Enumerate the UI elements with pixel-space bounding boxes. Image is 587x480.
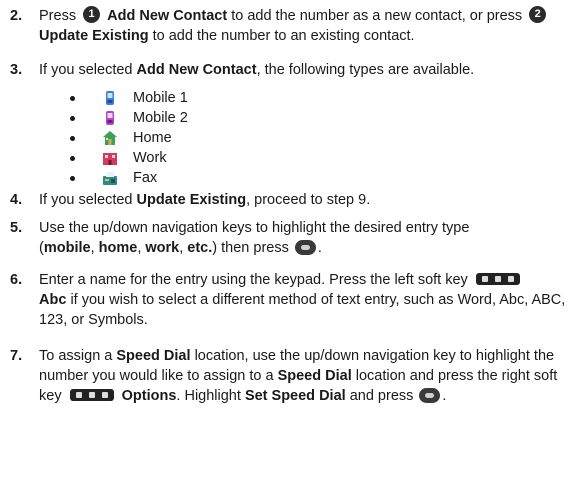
options-label: Options [121, 388, 177, 404]
work-building-icon [103, 153, 117, 165]
speed-dial-label: Speed Dial [116, 348, 191, 364]
type-label: Mobile 1 [133, 90, 188, 106]
step-4: 4. If you selected Update Existing, proc… [10, 190, 580, 210]
entry-type-home: home [98, 240, 138, 256]
step-text: If you selected [39, 62, 133, 78]
step-text: Press [39, 8, 77, 24]
key-1-icon: 1 [83, 6, 101, 23]
step-text: , proceed to step 9. [246, 192, 371, 208]
left-soft-key-icon [475, 273, 520, 285]
step-text: , [90, 240, 95, 256]
mobile-phone-icon [106, 111, 114, 125]
key-2-icon: 2 [529, 6, 547, 23]
bullet-icon [70, 116, 75, 121]
step-text: , [179, 240, 184, 256]
entry-type-etc: etc. [187, 240, 213, 256]
manual-page: 2. Press 1 Add New Contact to add the nu… [0, 0, 587, 480]
home-icon [103, 131, 117, 145]
step-text: To assign a [39, 348, 113, 364]
entry-type-mobile: mobile [43, 240, 91, 256]
type-label: Mobile 2 [133, 110, 188, 126]
step-text: Enter a name for the entry using the key… [39, 272, 468, 288]
entry-type-work: work [145, 240, 180, 256]
update-existing-label: Update Existing [136, 192, 247, 208]
step-text: If you selected [39, 192, 133, 208]
step-text: to add the number as a new contact, or p… [231, 8, 523, 24]
add-new-contact-label: Add New Contact [107, 8, 228, 24]
bullet-icon [70, 96, 75, 101]
step-text: to add the number to an existing contact… [152, 28, 415, 44]
bullet-icon [70, 176, 75, 181]
bullet-icon [70, 136, 75, 141]
ok-key-icon [419, 388, 441, 403]
step-2: 2. Press 1 Add New Contact to add the nu… [10, 6, 580, 46]
step-number: 5. [10, 220, 23, 236]
step-text: . Highlight [176, 388, 241, 404]
bullet-icon [70, 156, 75, 161]
step-text: ) then press [212, 240, 289, 256]
step-text: , [137, 240, 142, 256]
step-6: 6. Enter a name for the entry using the … [10, 270, 580, 330]
type-label: Work [133, 150, 167, 166]
step-number: 6. [10, 272, 23, 288]
set-speed-dial-label: Set Speed Dial [244, 388, 346, 404]
step-text: and press [349, 388, 414, 404]
type-label: Home [133, 130, 172, 146]
step-text: Use the up/down navigation keys to highl… [39, 220, 470, 236]
step-number: 7. [10, 348, 23, 364]
step-5: 5. Use the up/down navigation keys to hi… [10, 220, 470, 256]
step-7: 7. To assign a Speed Dial location, use … [10, 348, 558, 404]
step-number: 3. [10, 62, 23, 78]
fax-icon [103, 172, 117, 185]
abc-label: Abc [39, 292, 67, 308]
step-3: 3. If you selected Add New Contact, the … [10, 60, 580, 186]
add-new-contact-label: Add New Contact [136, 62, 257, 78]
update-existing-label: Update Existing [39, 28, 149, 44]
speed-dial-label: Speed Dial [277, 368, 352, 384]
step-text: if you wish to select a different method… [39, 292, 566, 328]
step-text: , the following types are available. [256, 62, 475, 78]
ok-key-icon [294, 240, 316, 255]
type-label: Fax [133, 170, 158, 186]
mobile-phone-icon [106, 91, 114, 105]
step-number: 2. [10, 8, 23, 24]
step-number: 4. [10, 192, 23, 208]
right-soft-key-icon [69, 389, 114, 401]
